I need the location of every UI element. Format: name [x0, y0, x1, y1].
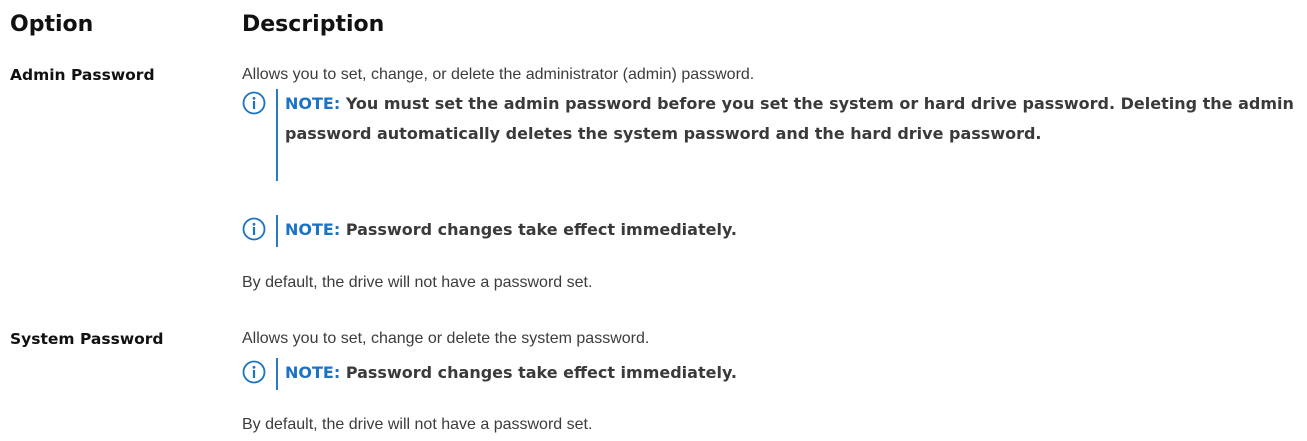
note-label: NOTE:: [285, 220, 341, 239]
option-admin-password: Admin Password: [10, 66, 155, 84]
note-system-immediate: NOTE: Password changes take effect immed…: [242, 358, 1302, 390]
note-admin-order: NOTE: You must set the admin password be…: [242, 89, 1302, 181]
header-description: Description: [242, 12, 385, 37]
info-icon: [242, 360, 266, 384]
note-admin-immediate: NOTE: Password changes take effect immed…: [242, 215, 1302, 247]
option-system-password: System Password: [10, 330, 164, 348]
note-divider: [276, 358, 278, 390]
note-text: NOTE: You must set the admin password be…: [285, 89, 1302, 149]
note-body: You must set the admin password before y…: [285, 94, 1294, 143]
note-label: NOTE:: [285, 363, 341, 382]
note-text: NOTE: Password changes take effect immed…: [285, 358, 1302, 388]
admin-password-default: By default, the drive will not have a pa…: [242, 274, 593, 291]
note-body: Password changes take effect immediately…: [345, 220, 737, 239]
admin-password-intro: Allows you to set, change, or delete the…: [242, 66, 755, 83]
note-label: NOTE:: [285, 94, 341, 113]
note-body: Password changes take effect immediately…: [345, 363, 737, 382]
info-icon: [242, 91, 266, 115]
system-password-default: By default, the drive will not have a pa…: [242, 416, 593, 433]
system-password-intro: Allows you to set, change or delete the …: [242, 330, 650, 347]
note-divider: [276, 215, 278, 247]
info-icon: [242, 217, 266, 241]
note-divider: [276, 89, 278, 181]
note-text: NOTE: Password changes take effect immed…: [285, 215, 1302, 245]
header-option: Option: [10, 12, 94, 37]
